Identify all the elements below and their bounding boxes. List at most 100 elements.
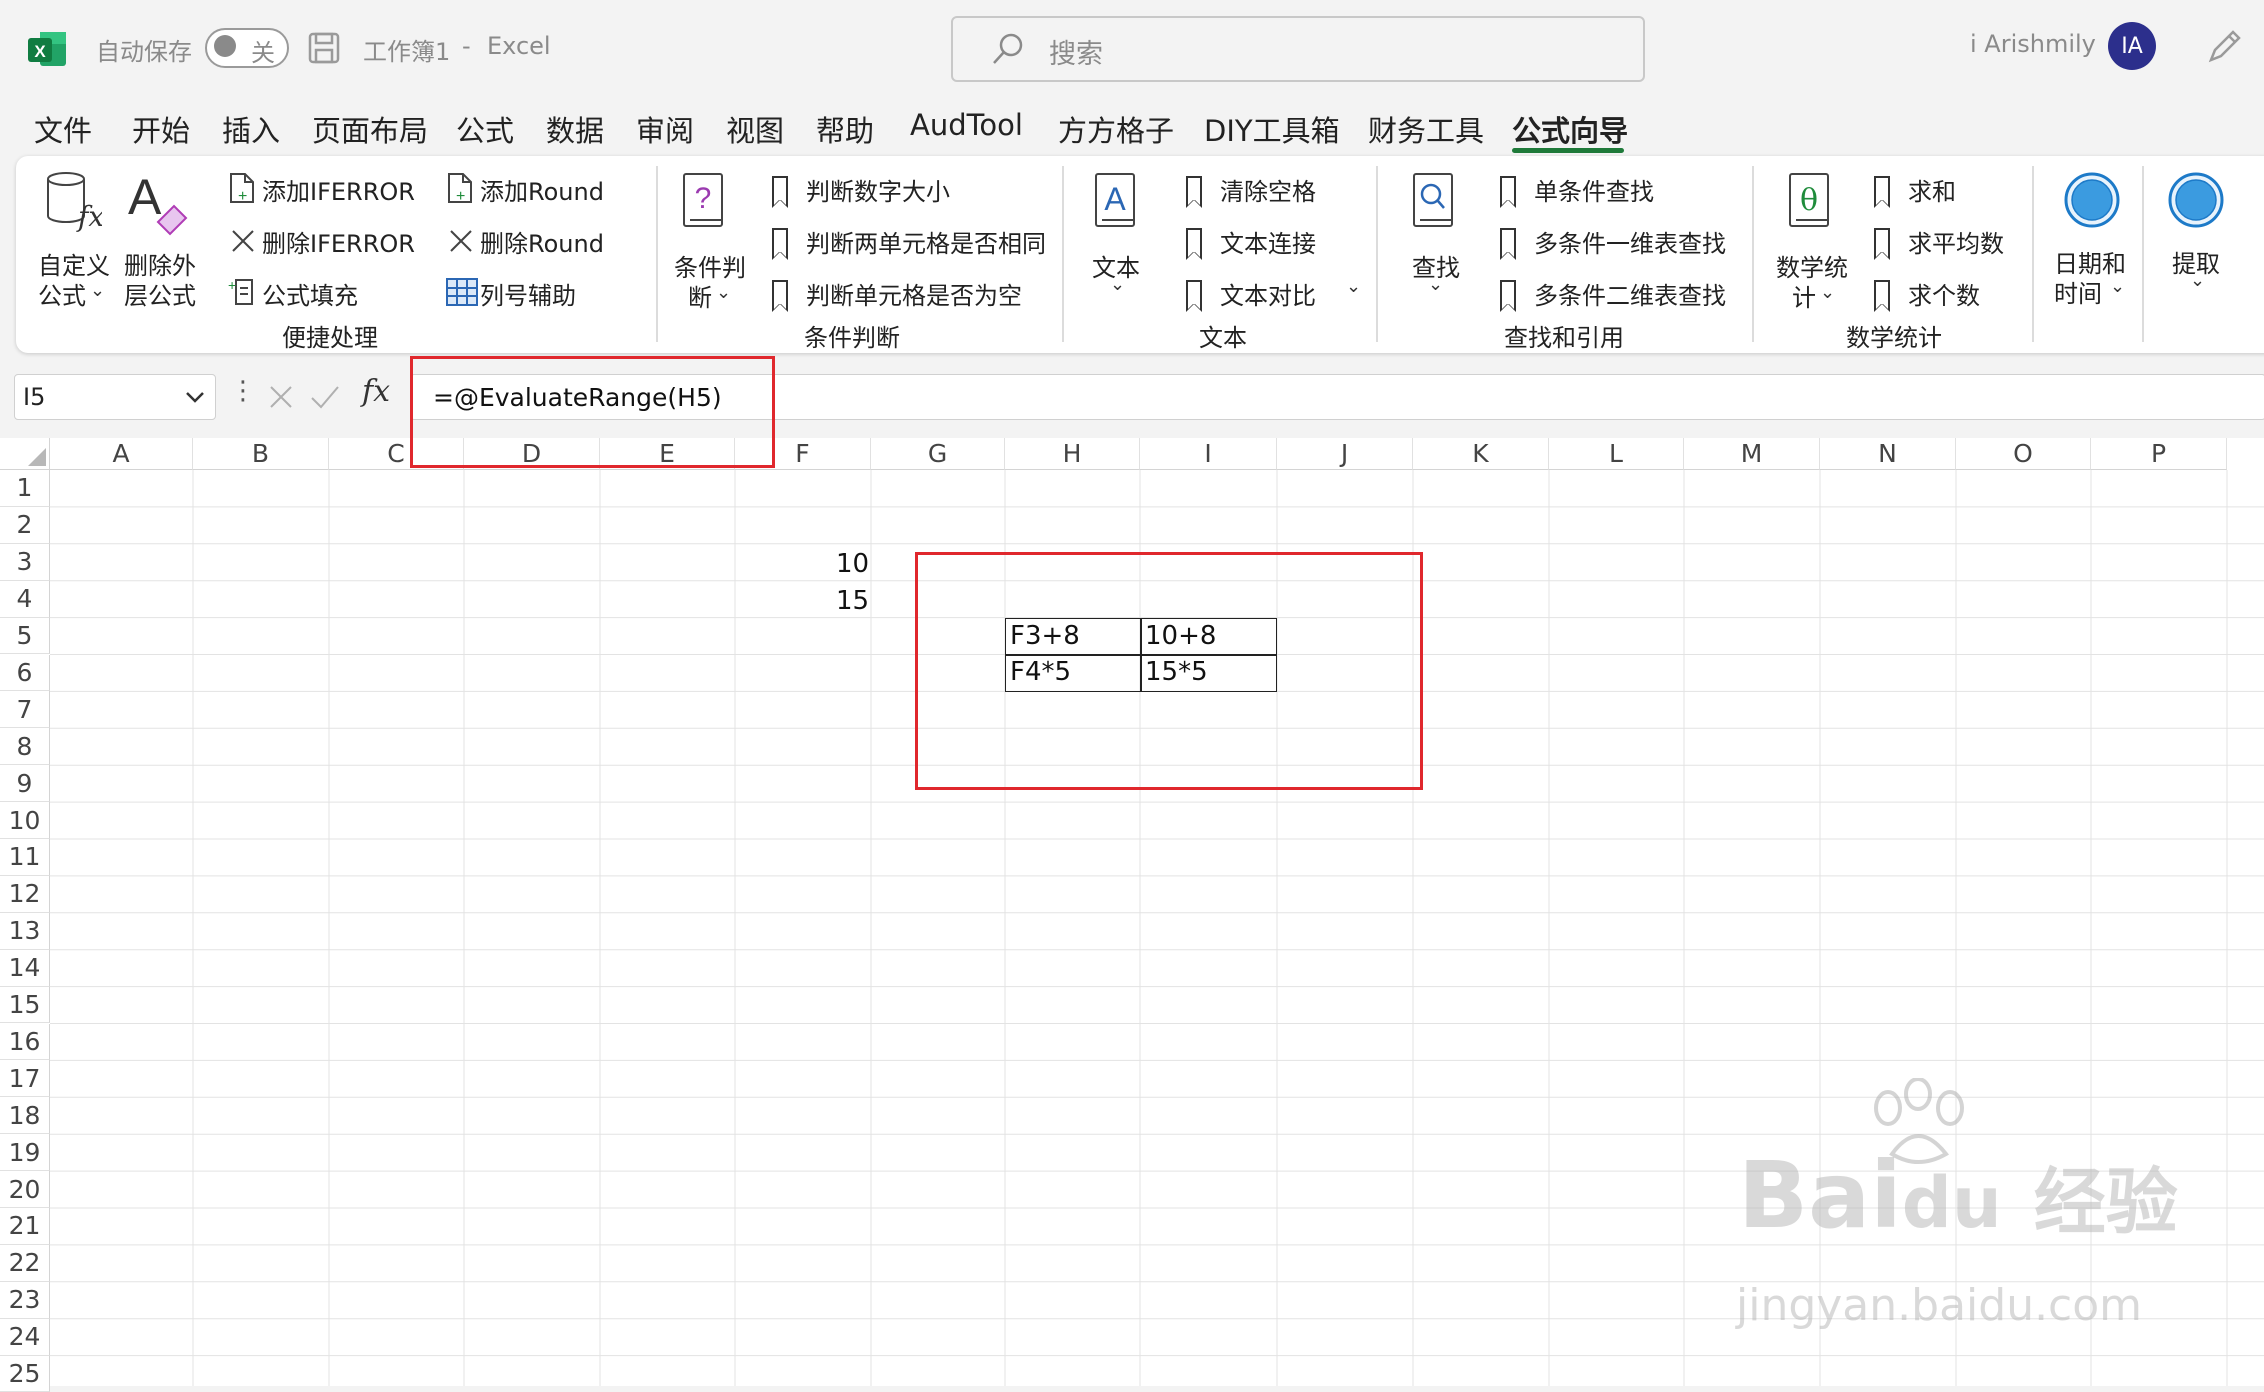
row-header-20[interactable]: 20 (0, 1171, 50, 1208)
tab-data[interactable]: 数据 (546, 108, 604, 150)
column-header-N[interactable]: N (1820, 438, 1956, 470)
chevron-down-icon: ⌄ (1428, 274, 1444, 295)
bookmark-icon (1874, 176, 1890, 208)
search-box[interactable]: 搜索 (951, 16, 1645, 82)
row-header-22[interactable]: 22 (0, 1244, 50, 1282)
row-header-11[interactable]: 11 (0, 839, 50, 876)
cell-F3[interactable]: 10 (836, 549, 869, 579)
avatar[interactable]: IA (2108, 22, 2156, 70)
cell-F4[interactable]: 15 (836, 586, 869, 616)
single-condition-lookup-button[interactable]: 单条件查找 (1490, 170, 1750, 208)
row-header-1[interactable]: 1 (0, 470, 50, 507)
sum-button[interactable]: 求和 (1864, 170, 2004, 208)
judge-number-size-button[interactable]: 判断数字大小 (756, 170, 1076, 208)
insert-function-icon[interactable]: fx (362, 374, 390, 409)
add-round-button[interactable]: + 添加Round (444, 170, 640, 206)
cancel-icon[interactable] (268, 384, 294, 410)
row-header-18[interactable]: 18 (0, 1097, 50, 1135)
row-header-3[interactable]: 3 (0, 543, 50, 581)
tab-audtool[interactable]: AudTool (910, 108, 1023, 142)
title-separator: - (462, 32, 471, 60)
judge-cell-empty-button[interactable]: 判断单元格是否为空 (756, 274, 1076, 312)
save-icon[interactable] (308, 32, 340, 64)
row-header-12[interactable]: 12 (0, 875, 50, 913)
condition-judge-button[interactable]: ? 条件判 断 ⌄ (660, 166, 748, 316)
row-header-25[interactable]: 25 (0, 1355, 50, 1392)
column-header-I[interactable]: I (1140, 438, 1277, 470)
row-header-9[interactable]: 9 (0, 765, 50, 803)
autosave-toggle[interactable]: 关 (205, 28, 289, 68)
delete-iferror-button[interactable]: 删除IFERROR (226, 222, 438, 258)
column-header-G[interactable]: G (871, 438, 1005, 470)
row-header-13[interactable]: 13 (0, 912, 50, 950)
multi-condition-1d-lookup-button[interactable]: 多条件一维表查找 (1490, 222, 1750, 260)
multi-condition-2d-lookup-button[interactable]: 多条件二维表查找 (1490, 274, 1750, 312)
text-button[interactable]: A 文本 ⌄ (1082, 166, 1154, 316)
row-header-16[interactable]: 16 (0, 1023, 50, 1061)
row-header-24[interactable]: 24 (0, 1318, 50, 1356)
column-header-B[interactable]: B (193, 438, 329, 470)
tab-home[interactable]: 开始 (132, 108, 190, 150)
svg-text:X: X (34, 42, 46, 61)
formula-fill-button[interactable]: + 公式填充 (226, 274, 438, 310)
tab-insert[interactable]: 插入 (222, 108, 280, 150)
row-header-4[interactable]: 4 (0, 580, 50, 618)
column-header-J[interactable]: J (1277, 438, 1413, 470)
row-header-5[interactable]: 5 (0, 617, 50, 655)
tab-fangfang[interactable]: 方方格子 (1058, 108, 1174, 150)
watermark-url: jingyan.baidu.com (1736, 1280, 2143, 1331)
tab-view[interactable]: 视图 (726, 108, 784, 150)
row-header-21[interactable]: 21 (0, 1208, 50, 1245)
column-header-P[interactable]: P (2091, 438, 2227, 470)
tab-finance-tools[interactable]: 财务工具 (1368, 108, 1484, 150)
tab-help[interactable]: 帮助 (816, 108, 874, 150)
column-header-A[interactable]: A (50, 438, 193, 470)
judge-cells-same-button[interactable]: 判断两单元格是否相同 (756, 222, 1076, 260)
column-header-M[interactable]: M (1684, 438, 1820, 470)
clear-spaces-button[interactable]: 清除空格 (1176, 170, 1356, 208)
datetime-button[interactable]: 日期和 时间 ⌄ (2048, 166, 2138, 316)
tab-formula-wizard[interactable]: 公式向导 (1512, 108, 1628, 150)
select-all-corner[interactable] (0, 438, 50, 470)
remove-outer-formula-button[interactable]: A 删除外 层公式 (120, 166, 202, 310)
delete-round-button[interactable]: 删除Round (444, 222, 640, 258)
tab-page-layout[interactable]: 页面布局 (312, 108, 428, 150)
pen-icon[interactable] (2205, 26, 2245, 66)
column-header-L[interactable]: L (1549, 438, 1684, 470)
column-header-O[interactable]: O (1956, 438, 2091, 470)
column-header-K[interactable]: K (1413, 438, 1549, 470)
text-compare-button[interactable]: 文本对比 ⌄ (1176, 274, 1366, 312)
math-stats-button[interactable]: θ 数学统 计 ⌄ (1768, 166, 1854, 316)
row-header-7[interactable]: 7 (0, 691, 50, 729)
text-concat-button[interactable]: 文本连接 (1176, 222, 1356, 260)
tab-formulas[interactable]: 公式 (456, 108, 514, 150)
more-options-icon[interactable]: ⋮ (230, 376, 256, 406)
chevron-down-icon: ⌄ (2110, 276, 2126, 297)
name-box[interactable]: I5 (14, 374, 216, 420)
row-header-6[interactable]: 6 (0, 654, 50, 692)
close-icon (232, 230, 254, 252)
lookup-button[interactable]: 查找 ⌄ (1400, 166, 1472, 316)
bookmark-icon (1500, 228, 1516, 260)
tab-diy-toolbox[interactable]: DIY工具箱 (1204, 108, 1340, 150)
svg-text:θ: θ (1800, 183, 1818, 218)
column-header-H[interactable]: H (1005, 438, 1140, 470)
tab-review[interactable]: 审阅 (636, 108, 694, 150)
average-button[interactable]: 求平均数 (1864, 222, 2004, 260)
extract-button[interactable]: 提取 ⌄ (2156, 166, 2236, 316)
group-separator (1752, 166, 1754, 342)
row-header-19[interactable]: 19 (0, 1134, 50, 1172)
row-header-23[interactable]: 23 (0, 1281, 50, 1319)
row-header-2[interactable]: 2 (0, 506, 50, 544)
custom-formula-button[interactable]: fx 自定义 公式 ⌄ (30, 166, 112, 310)
row-header-8[interactable]: 8 (0, 728, 50, 766)
tab-file[interactable]: 文件 (34, 108, 92, 150)
row-header-14[interactable]: 14 (0, 949, 50, 987)
row-header-10[interactable]: 10 (0, 802, 50, 839)
row-header-15[interactable]: 15 (0, 986, 50, 1024)
row-header-17[interactable]: 17 (0, 1060, 50, 1098)
count-button[interactable]: 求个数 (1864, 274, 2004, 312)
column-helper-button[interactable]: 列号辅助 (444, 274, 640, 310)
confirm-icon[interactable] (310, 384, 340, 410)
add-iferror-button[interactable]: + 添加IFERROR (226, 170, 438, 206)
